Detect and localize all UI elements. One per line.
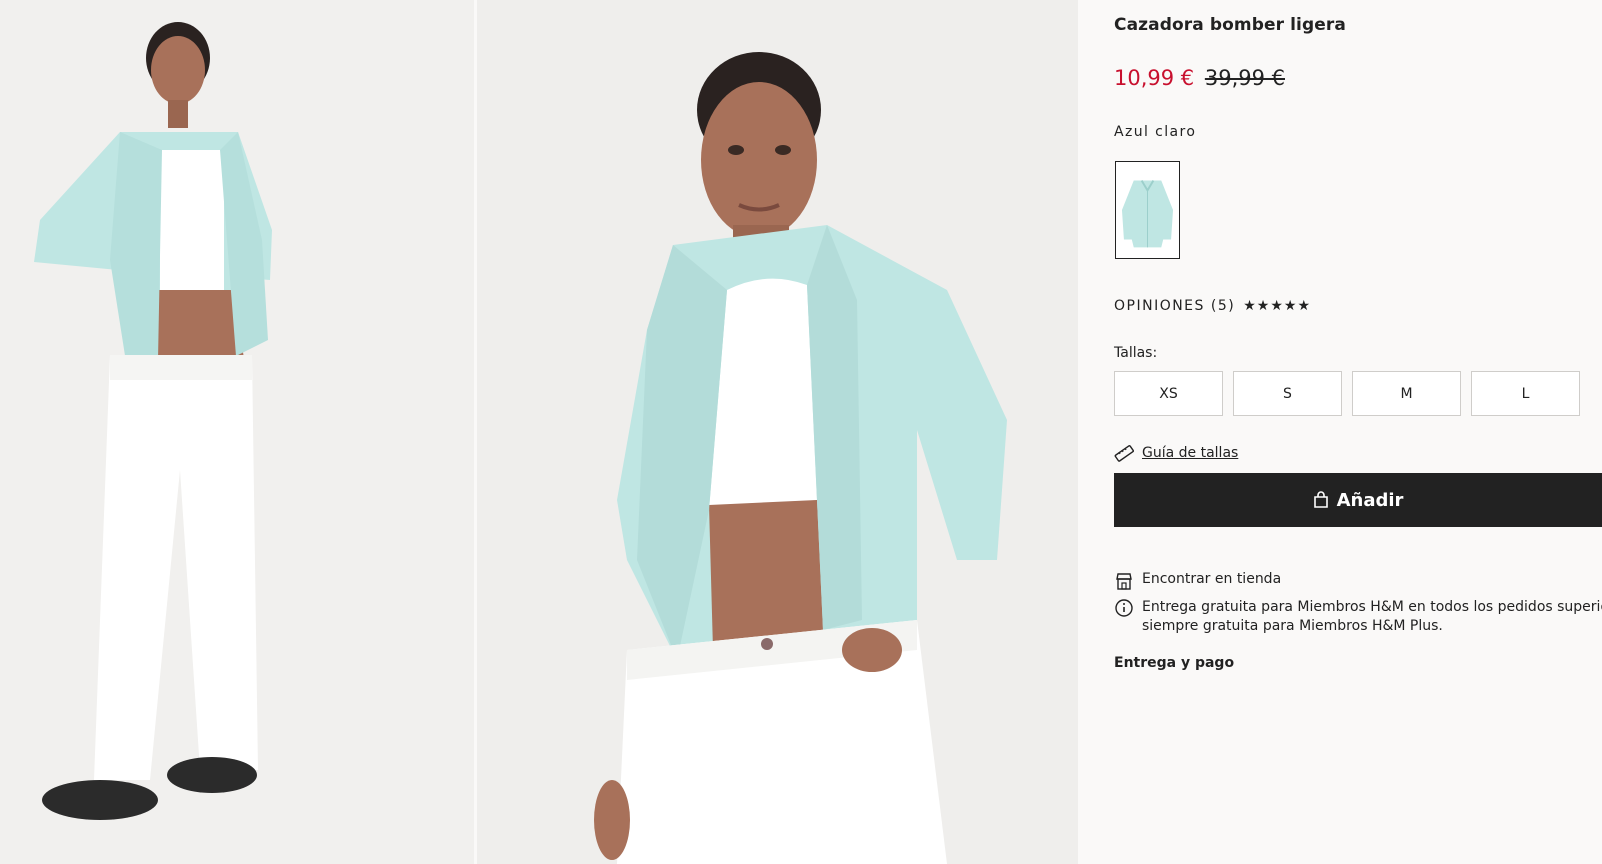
product-price: 10,99 € 39,99 € (1114, 66, 1285, 90)
original-price: 39,99 € (1204, 66, 1285, 90)
delivery-payment-link[interactable]: Entrega y pago (1114, 655, 1234, 671)
delivery-message: Entrega gratuita para Miembros H&M en to… (1142, 598, 1602, 636)
ruler-icon (1114, 445, 1134, 462)
size-selector: XS S M L (1114, 371, 1580, 416)
add-to-bag-button[interactable]: Añadir (1114, 473, 1602, 527)
product-image-full-body[interactable] (0, 0, 474, 864)
model-closeup-illustration (594, 52, 1007, 864)
info-icon (1115, 599, 1133, 617)
star-icon: ★ (1256, 298, 1270, 314)
star-icon: ★ (1270, 298, 1283, 314)
rating-stars: ★ ★ ★ ★ ★ (1243, 298, 1310, 314)
reviews-label: OPINIONES (5) (1114, 298, 1236, 314)
find-in-store-label: Encontrar en tienda (1142, 571, 1282, 587)
star-icon: ★ (1243, 298, 1256, 314)
add-to-bag-label: Añadir (1336, 489, 1404, 511)
find-in-store-link[interactable]: Encontrar en tienda (1114, 571, 1281, 591)
shopping-bag-icon (1313, 491, 1328, 508)
size-button-l[interactable]: L (1471, 371, 1580, 416)
color-swatch-azul-claro[interactable] (1115, 161, 1180, 259)
model-illustration (34, 22, 272, 820)
size-button-m[interactable]: M (1352, 371, 1461, 416)
size-button-xs[interactable]: XS (1114, 371, 1223, 416)
star-icon: ★ (1297, 298, 1311, 314)
size-guide-label: Guía de tallas (1142, 445, 1239, 461)
sale-price: 10,99 € (1114, 66, 1195, 90)
size-guide-link[interactable]: Guía de tallas (1114, 443, 1238, 463)
sizes-label: Tallas: (1114, 345, 1158, 361)
star-icon: ★ (1283, 298, 1297, 314)
delivery-info: Entrega gratuita para Miembros H&M en to… (1114, 598, 1602, 636)
product-image-closeup[interactable] (477, 0, 1078, 864)
color-name: Azul claro (1114, 124, 1197, 140)
delivery-line-1: Entrega gratuita para Miembros H&M en to… (1142, 599, 1602, 615)
product-info-panel: Cazadora bomber ligera 10,99 € 39,99 € A… (1078, 0, 1602, 864)
jacket-thumbnail (1121, 180, 1174, 248)
reviews-link[interactable]: OPINIONES (5) ★ ★ ★ ★ ★ (1114, 298, 1310, 314)
size-button-s[interactable]: S (1233, 371, 1342, 416)
store-icon (1116, 573, 1132, 590)
delivery-line-2: siempre gratuita para Miembros H&M Plus. (1142, 618, 1443, 634)
product-title: Cazadora bomber ligera (1114, 15, 1346, 35)
